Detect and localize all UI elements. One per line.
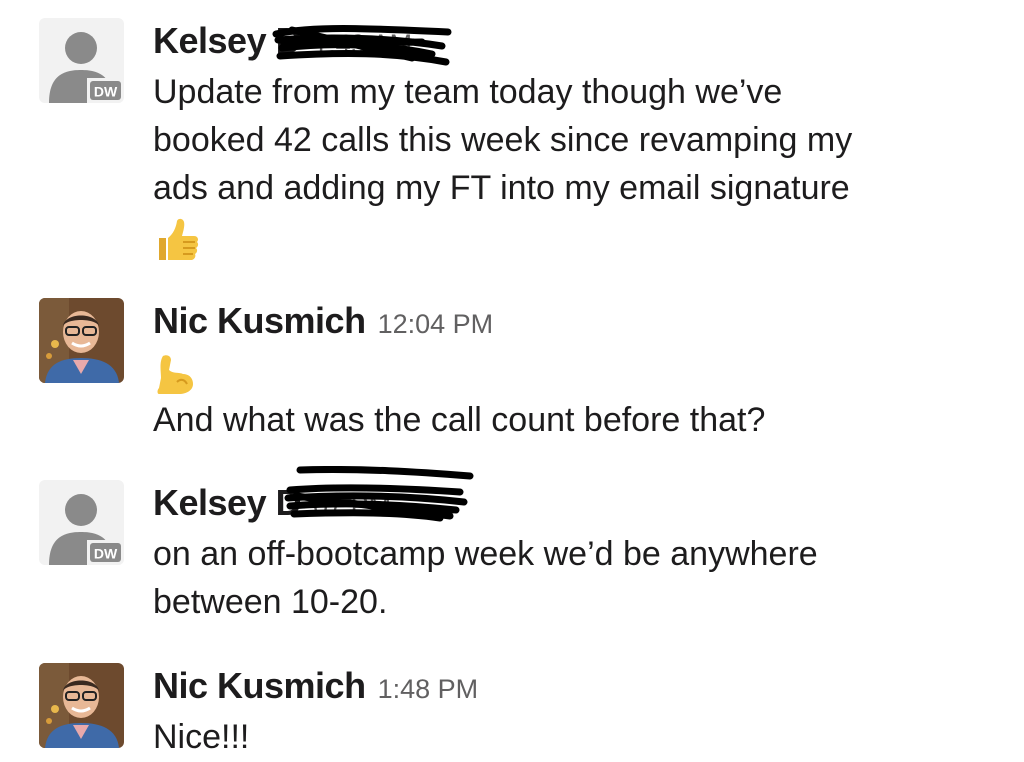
message-text-line: on an off-bootcamp week we’d be anywhere	[153, 535, 818, 573]
sender-name[interactable]: Nic Kusmich	[153, 665, 366, 707]
message-header: Nic Kusmich 1:48 PM	[153, 665, 1004, 713]
message-text-line: And what was the call count before that?	[153, 401, 766, 439]
message-text-line: Nice!!!	[153, 718, 250, 756]
redaction-scribble	[272, 25, 452, 66]
message-text-line: between 10-20.	[153, 583, 388, 621]
message-text-line: booked 42 calls this week since revampin…	[153, 121, 853, 159]
avatar-initials: DW	[94, 84, 118, 100]
profile-photo-icon	[39, 663, 124, 748]
sender-name[interactable]: Nic Kusmich	[153, 300, 366, 342]
message-timestamp[interactable]: 12:04 PM	[378, 309, 494, 340]
message-text: And what was the call count before that?	[153, 396, 1004, 444]
nic-avatar[interactable]	[39, 663, 124, 748]
message-text: Update from my team today though we’ve b…	[153, 68, 1004, 212]
message-nic-1: Nic Kusmich 12:04 PM And what was the ca…	[0, 298, 1024, 468]
avatar-initials: DW	[94, 546, 118, 562]
user-silhouette-icon: DW	[49, 32, 124, 103]
sender-name[interactable]: Kelsey D	[153, 482, 302, 524]
message-content: Nic Kusmich 1:48 PM Nice!!!	[153, 665, 1004, 761]
generic-user-avatar[interactable]: DW	[39, 18, 124, 103]
message-timestamp[interactable]: 1:48 PM	[378, 674, 479, 705]
message-text: on an off-bootcamp week we’d be anywhere…	[153, 530, 1004, 626]
generic-user-avatar[interactable]: DW	[39, 480, 124, 565]
message-text: Nice!!!	[153, 713, 1004, 761]
message-kelsey-1: DW Kelsey D 1:49 AM Update from my team …	[0, 18, 1024, 268]
message-text-line: ads and adding my FT into my email signa…	[153, 169, 850, 207]
message-kelsey-2: DW Kelsey D 07 PM on an off-bootcamp wee…	[0, 466, 1024, 630]
user-silhouette-icon: DW	[49, 494, 124, 565]
flexed-biceps-icon	[153, 348, 1004, 396]
redaction-scribble	[284, 466, 474, 522]
message-content: Nic Kusmich 12:04 PM And what was the ca…	[153, 300, 1004, 444]
message-header: Nic Kusmich 12:04 PM	[153, 300, 1004, 348]
thumbs-up-icon	[153, 212, 1004, 260]
profile-photo-icon	[39, 298, 124, 383]
message-nic-2: Nic Kusmich 1:48 PM Nice!!!	[0, 663, 1024, 758]
nic-avatar[interactable]	[39, 298, 124, 383]
message-text-line: Update from my team today though we’ve	[153, 73, 783, 111]
